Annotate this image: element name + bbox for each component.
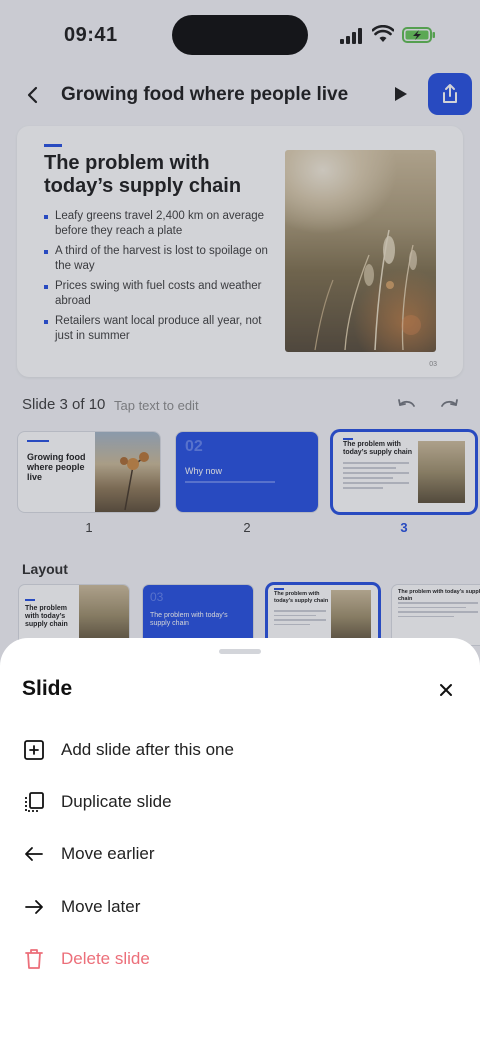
arrow-left-icon (25, 847, 43, 861)
add-square-icon (24, 740, 44, 760)
duplicate-icon (25, 792, 44, 812)
duplicate-slide-action[interactable]: Duplicate slide (0, 777, 480, 827)
sheet-grabber[interactable] (219, 649, 261, 654)
delete-slide-action[interactable]: Delete slide (0, 934, 480, 984)
arrow-right-icon (25, 900, 43, 914)
action-label: Move later (61, 897, 141, 916)
action-label: Move earlier (61, 844, 155, 863)
sheet-title: Slide (22, 677, 73, 700)
move-later-action[interactable]: Move later (0, 882, 480, 932)
add-slide-action[interactable]: Add slide after this one (0, 725, 480, 775)
slide-actions-sheet: Slide Add slide after this one Duplicate… (0, 638, 480, 1043)
action-label: Delete slide (61, 949, 150, 968)
trash-icon (25, 949, 43, 969)
action-label: Add slide after this one (61, 740, 234, 759)
close-icon[interactable] (434, 678, 458, 702)
action-label: Duplicate slide (61, 792, 172, 811)
move-earlier-action[interactable]: Move earlier (0, 829, 480, 879)
